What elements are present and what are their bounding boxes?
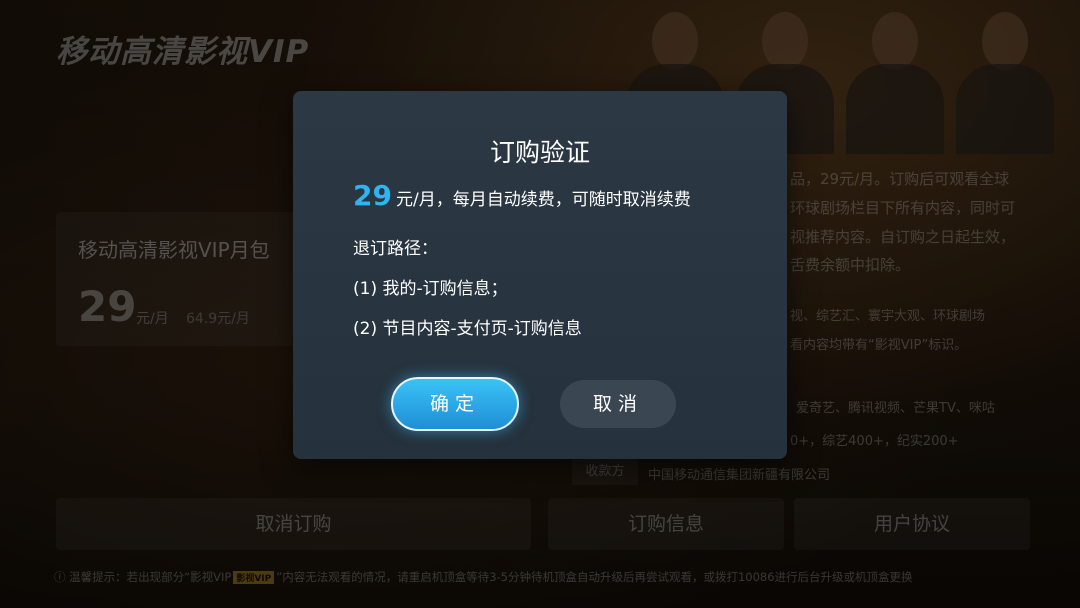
subscription-verify-dialog: 订购验证 29 元/月，每月自动续费，可随时取消续费 退订路径： (1) 我的-订… (293, 91, 787, 459)
dialog-price-line: 29 元/月，每月自动续费，可随时取消续费 (353, 179, 691, 212)
confirm-button[interactable]: 确定 (391, 377, 519, 431)
unsubscribe-route-label: 退订路径： (353, 239, 438, 259)
cancel-button[interactable]: 取消 (560, 380, 676, 428)
dialog-price: 29 (353, 179, 392, 212)
unsubscribe-route-2: (2) 节目内容-支付页-订购信息 (353, 319, 582, 339)
dialog-price-text: 元/月，每月自动续费，可随时取消续费 (395, 190, 691, 210)
unsubscribe-route-1: (1) 我的-订购信息； (353, 279, 508, 299)
dialog-title: 订购验证 (489, 138, 590, 167)
